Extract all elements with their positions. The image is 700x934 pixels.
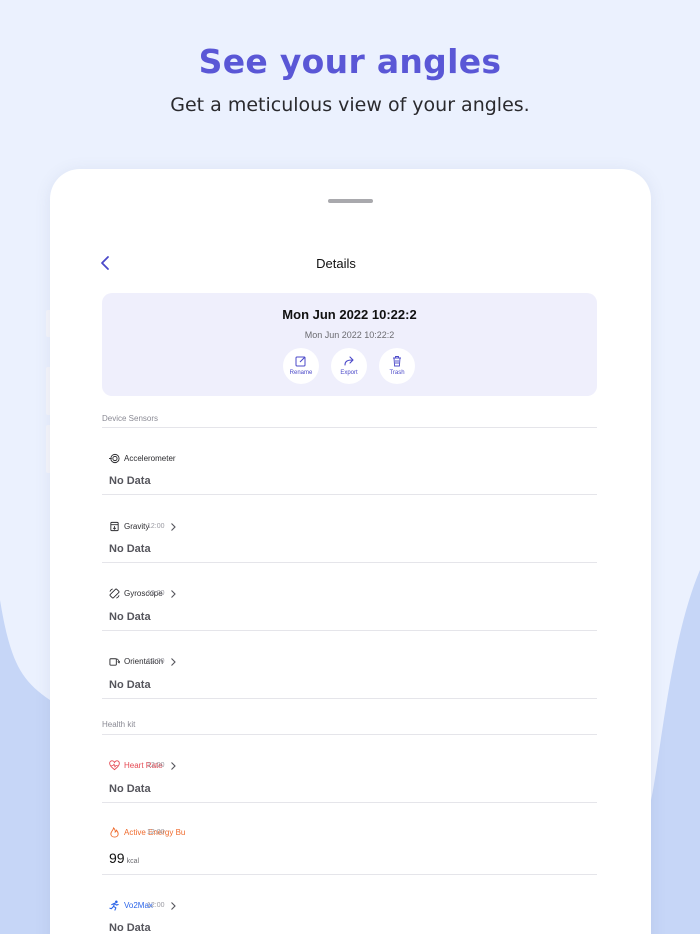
runner-icon [109, 900, 119, 911]
energy-unit: kcal [126, 858, 140, 865]
divider [102, 802, 597, 803]
energy-value: 99 [109, 850, 125, 866]
divider [102, 698, 597, 699]
record-summary-card: Mon Jun 2022 10:22:2 Mon Jun 2022 10:22:… [102, 293, 597, 396]
health-value: No Data [109, 922, 151, 934]
sensor-time: 12:00 [147, 658, 165, 665]
record-date: Mon Jun 2022 10:22:2 [304, 330, 395, 340]
health-time: 12:00 [147, 829, 165, 836]
sensor-value: No Data [109, 475, 151, 487]
sheet-grabber[interactable] [328, 199, 373, 203]
hero-title: See your angles [198, 42, 502, 81]
chevron-right-icon [171, 902, 176, 910]
chevron-right-icon [171, 762, 176, 770]
health-value-energy: 99 kcal [109, 850, 139, 866]
rename-button[interactable]: Rename [283, 348, 319, 384]
flame-icon [110, 827, 119, 838]
health-value: No Data [109, 783, 151, 795]
sensor-value: No Data [109, 543, 151, 555]
orientation-icon [109, 658, 120, 666]
divider [102, 562, 597, 563]
health-time: 12:00 [147, 902, 165, 909]
divider [102, 630, 597, 631]
sensor-time: 12:00 [147, 523, 165, 530]
gravity-icon [110, 521, 119, 532]
sensor-value: No Data [109, 679, 151, 691]
chevron-right-icon [171, 590, 176, 598]
trash-button[interactable]: Trash [379, 348, 415, 384]
chevron-right-icon [171, 523, 176, 531]
rename-label: Rename [289, 370, 313, 376]
sensor-label: Accelerometer [124, 454, 176, 463]
chevron-right-icon [171, 658, 176, 666]
divider [102, 874, 597, 875]
section-health-kit: Health kit [102, 720, 136, 729]
section-device-sensors: Device Sensors [102, 414, 159, 423]
heart-icon [109, 760, 120, 771]
trash-label: Trash [389, 370, 405, 376]
edit-icon [295, 356, 306, 367]
divider [102, 494, 597, 495]
export-label: Export [340, 370, 358, 376]
sensor-time: 12:00 [147, 590, 165, 597]
health-time: 12:00 [147, 762, 165, 769]
accelerometer-icon [109, 453, 120, 464]
gyroscope-icon [109, 588, 120, 599]
trash-icon [393, 356, 401, 367]
page-title: Details [316, 256, 356, 271]
share-icon [344, 356, 354, 366]
sensor-value: No Data [109, 611, 151, 623]
record-title: Mon Jun 2022 10:22:2 [282, 307, 417, 322]
divider [102, 734, 597, 735]
divider [102, 427, 597, 428]
hero-subtitle: Get a meticulous view of your angles. [170, 94, 530, 116]
tablet-screen: Details Mon Jun 2022 10:22:2 Mon Jun 202… [50, 169, 651, 934]
sensor-label: Gravity [124, 522, 150, 531]
export-button[interactable]: Export [331, 348, 367, 384]
